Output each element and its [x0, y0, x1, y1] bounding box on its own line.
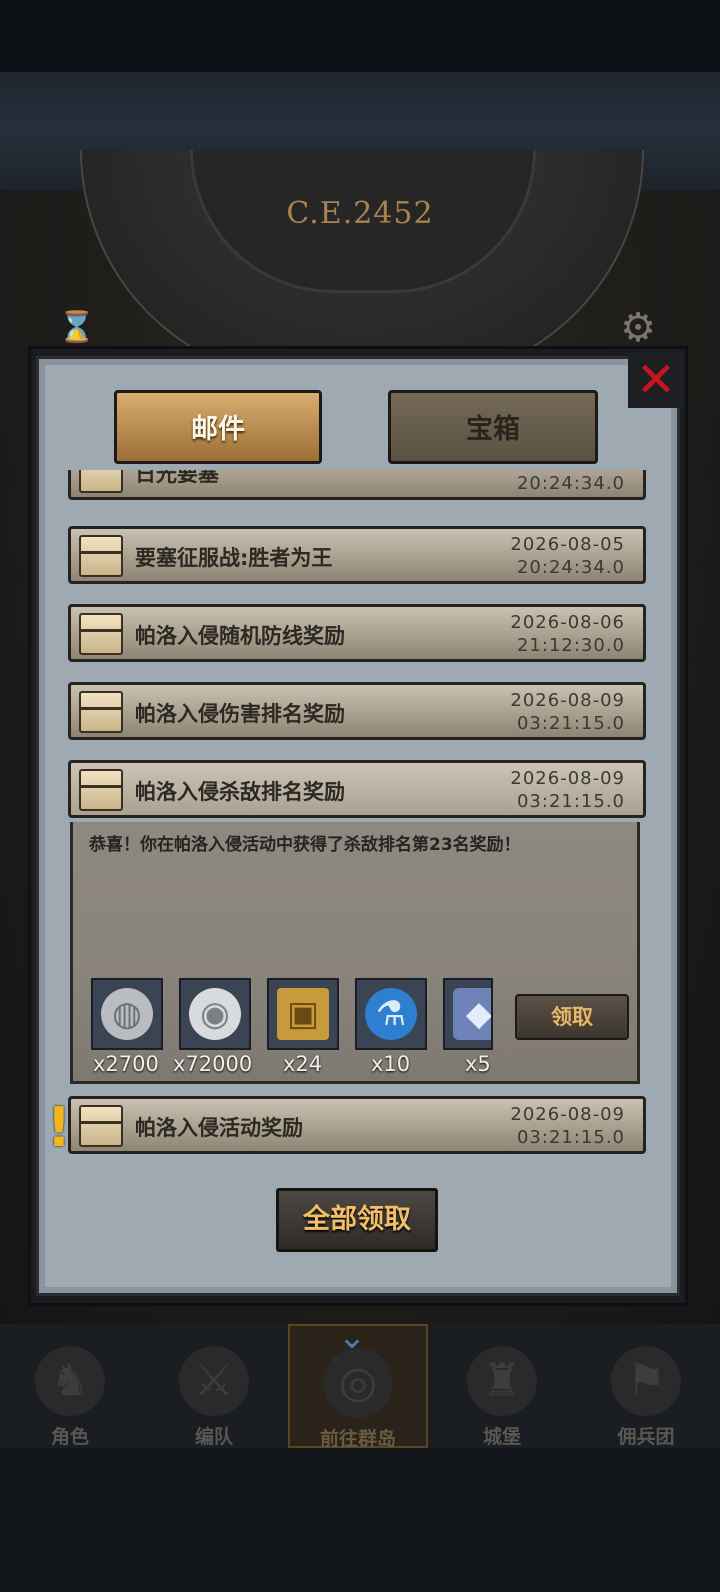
- mail-title: 帕洛入侵伤害排名奖励: [135, 702, 345, 726]
- mail-item[interactable]: 帕洛入侵伤害排名奖励 2026-08-09 03:21:15.0: [68, 682, 646, 740]
- nav-label: 角色: [50, 1426, 89, 1448]
- mail-datetime: 2026-08-09 03:21:15.0: [510, 768, 625, 812]
- mail-title: 要塞征服战:胜者为王: [135, 546, 333, 570]
- castle-icon: ♜: [467, 1346, 537, 1416]
- mail-item[interactable]: 帕洛入侵活动奖励 2026-08-09 03:21:15.0: [68, 1096, 646, 1154]
- claim-button[interactable]: 领取: [515, 994, 629, 1040]
- nav-mercenary[interactable]: ⚑ 佣兵团: [576, 1324, 716, 1448]
- mail-title: 日光要塞: [135, 470, 219, 486]
- reward-count: x24: [283, 1052, 323, 1076]
- treasure-chest-icon: ▣: [277, 988, 329, 1040]
- mail-item-expanded[interactable]: 帕洛入侵杀敌排名奖励 2026-08-09 03:21:15.0: [68, 760, 646, 818]
- reward-count: x5: [465, 1052, 491, 1076]
- alert-icon: !: [46, 1096, 72, 1159]
- chest-icon: [79, 691, 123, 733]
- nav-formation[interactable]: ⚔ 编队: [144, 1324, 284, 1448]
- character-icon: ♞: [35, 1346, 105, 1416]
- close-button[interactable]: ✕: [628, 352, 684, 408]
- bottom-area: [0, 1448, 720, 1592]
- mercenary-icon: ⚑: [611, 1346, 681, 1416]
- nav-label: 编队: [194, 1426, 233, 1448]
- reward-slot[interactable]: ◆: [443, 978, 493, 1050]
- tab-mail[interactable]: 邮件: [114, 390, 322, 464]
- mail-title: 帕洛入侵活动奖励: [135, 1116, 303, 1140]
- globe-icon: ◎: [323, 1348, 393, 1418]
- reward-slot[interactable]: ▣: [267, 978, 339, 1050]
- mail-item[interactable]: 日光要塞 20:24:34.0: [68, 470, 646, 500]
- mail-item[interactable]: 帕洛入侵随机防线奖励 2026-08-06 21:12:30.0: [68, 604, 646, 662]
- chest-icon: [79, 613, 123, 655]
- reward-slot[interactable]: ◉: [179, 978, 251, 1050]
- chevron-down-icon: ⌄: [337, 1317, 367, 1357]
- mail-datetime: 2026-08-09 03:21:15.0: [510, 1104, 625, 1148]
- mail-detail: 恭喜！你在帕洛入侵活动中获得了杀敌排名第23名奖励！ ◍ ◉ ▣ ⚗ ◆ x27…: [70, 822, 640, 1084]
- mail-title: 帕洛入侵随机防线奖励: [135, 624, 345, 648]
- claim-all-button[interactable]: 全部领取: [276, 1188, 438, 1252]
- tab-chest[interactable]: 宝箱: [388, 390, 598, 464]
- year-label: C.E.2452: [286, 196, 434, 231]
- reward-count: x10: [371, 1052, 411, 1076]
- mail-datetime: 2026-08-06 21:12:30.0: [510, 612, 625, 656]
- nav-label: 城堡: [482, 1426, 521, 1448]
- chest-icon: [79, 1105, 123, 1147]
- formation-icon: ⚔: [179, 1346, 249, 1416]
- reward-slot[interactable]: ◍: [91, 978, 163, 1050]
- reward-slot[interactable]: ⚗: [355, 978, 427, 1050]
- open-chest-icon: [79, 535, 123, 577]
- status-bar: [0, 0, 720, 72]
- mail-datetime: 2026-08-09 03:21:15.0: [510, 690, 625, 734]
- reward-count: x72000: [173, 1052, 253, 1076]
- close-icon: ✕: [635, 352, 677, 408]
- mail-datetime: 2026-08-05 20:24:34.0: [510, 534, 625, 578]
- mail-datetime: 20:24:34.0: [516, 473, 625, 494]
- nav-label: 前往群岛: [319, 1428, 396, 1450]
- nav-castle[interactable]: ♜ 城堡: [432, 1324, 572, 1448]
- nav-character[interactable]: ♞ 角色: [0, 1324, 140, 1448]
- mail-message: 恭喜！你在帕洛入侵活动中获得了杀敌排名第23名奖励！: [89, 835, 521, 855]
- reward-count: x2700: [93, 1052, 159, 1076]
- gear-icon[interactable]: ⚙: [616, 306, 660, 350]
- crystal-icon: ◆: [453, 988, 491, 1040]
- silver-medal-icon: ◉: [189, 988, 241, 1040]
- chest-icon: [79, 470, 123, 493]
- mail-item[interactable]: 要塞征服战:胜者为王 2026-08-05 20:24:34.0: [68, 526, 646, 584]
- mail-title: 帕洛入侵杀敌排名奖励: [135, 780, 345, 804]
- hourglass-icon[interactable]: ⌛: [58, 310, 95, 350]
- chest-icon: [79, 769, 123, 811]
- silver-coin-icon: ◍: [101, 988, 153, 1040]
- potion-icon: ⚗: [365, 988, 417, 1040]
- nav-label: 佣兵团: [617, 1426, 675, 1448]
